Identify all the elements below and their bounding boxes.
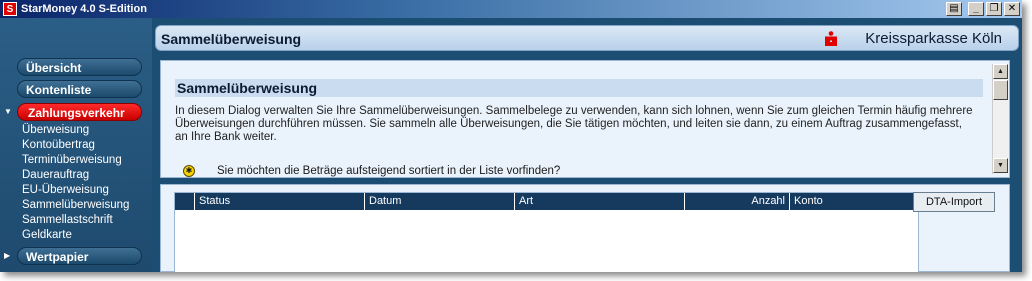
expand-down-icon: ▼: [4, 107, 12, 116]
sidebar-item-geldkarte[interactable]: Geldkarte: [22, 228, 72, 243]
tip-row[interactable]: ✱ Sie möchten die Beträge aufsteigend so…: [183, 165, 560, 177]
bank-name: Kreissparkasse Köln: [865, 30, 1002, 47]
restore-button[interactable]: ❐: [986, 2, 1002, 16]
transfers-table[interactable]: Status Datum Art Anzahl Konto: [174, 192, 919, 272]
tip-text: Sie möchten die Beträge aufsteigend sort…: [217, 165, 561, 177]
app-icon: S: [3, 2, 17, 16]
window-controls: ▤ _ ❐ ✕: [946, 2, 1020, 16]
column-header-konto[interactable]: Konto: [790, 193, 916, 210]
info-heading: Sammelüberweisung: [175, 79, 983, 97]
info-panel: Sammelüberweisung In diesem Dialog verwa…: [160, 60, 1010, 178]
nav-uebersicht[interactable]: Übersicht: [17, 58, 142, 76]
sidebar-item-eu-ueberweisung[interactable]: EU-Überweisung: [22, 183, 109, 198]
sidebar-item-terminueberweisung[interactable]: Terminüberweisung: [22, 153, 122, 168]
column-header-art[interactable]: Art: [515, 193, 685, 210]
info-scrollbar[interactable]: ▲ ▼: [992, 64, 1008, 174]
table-header: Status Datum Art Anzahl Konto: [175, 193, 918, 210]
info-body: In diesem Dialog verwalten Sie Ihre Samm…: [175, 105, 973, 143]
scroll-thumb[interactable]: [993, 80, 1008, 100]
column-header-datum[interactable]: Datum: [365, 193, 515, 210]
print-icon[interactable]: ▤: [946, 2, 962, 16]
hint-icon: ✱: [183, 165, 195, 177]
sidebar-item-dauerauftrag[interactable]: Dauerauftrag: [22, 168, 89, 183]
table-panel: Status Datum Art Anzahl Konto DTA-Import: [160, 184, 1010, 272]
column-header-anzahl[interactable]: Anzahl: [685, 193, 790, 210]
column-header-status[interactable]: Status: [195, 193, 365, 210]
nav-zahlungsverkehr[interactable]: Zahlungsverkehr: [17, 103, 142, 121]
sidebar-item-kontouebertrag[interactable]: Kontoübertrag: [22, 138, 95, 153]
scroll-up-icon[interactable]: ▲: [993, 64, 1008, 79]
sidebar: Übersicht Kontenliste ▼ Zahlungsverkehr …: [0, 18, 152, 272]
close-button[interactable]: ✕: [1004, 2, 1020, 16]
minimize-button[interactable]: _: [968, 2, 984, 16]
sidebar-item-sammellastschrift[interactable]: Sammellastschrift: [22, 213, 113, 228]
nav-kontenliste[interactable]: Kontenliste: [17, 80, 142, 98]
sparkasse-logo-icon: [825, 31, 837, 46]
page-title: Sammelüberweisung: [161, 31, 302, 47]
sidebar-item-sammelueberweisung[interactable]: Sammelüberweisung: [22, 198, 129, 213]
app-window: S StarMoney 4.0 S-Edition ▤ _ ❐ ✕ Übersi…: [0, 0, 1022, 272]
page-header: Sammelüberweisung Kreissparkasse Köln: [155, 25, 1019, 51]
column-header-select[interactable]: [175, 193, 195, 210]
scroll-down-icon[interactable]: ▼: [993, 158, 1008, 173]
title-bar[interactable]: S StarMoney 4.0 S-Edition ▤ _ ❐ ✕: [0, 0, 1022, 18]
nav-wertpapier[interactable]: Wertpapier: [17, 247, 142, 265]
sidebar-item-ueberweisung[interactable]: Überweisung: [22, 123, 89, 138]
window-title: StarMoney 4.0 S-Edition: [21, 3, 147, 15]
expand-right-icon: ▶: [4, 251, 11, 260]
dta-import-button[interactable]: DTA-Import: [913, 192, 995, 212]
